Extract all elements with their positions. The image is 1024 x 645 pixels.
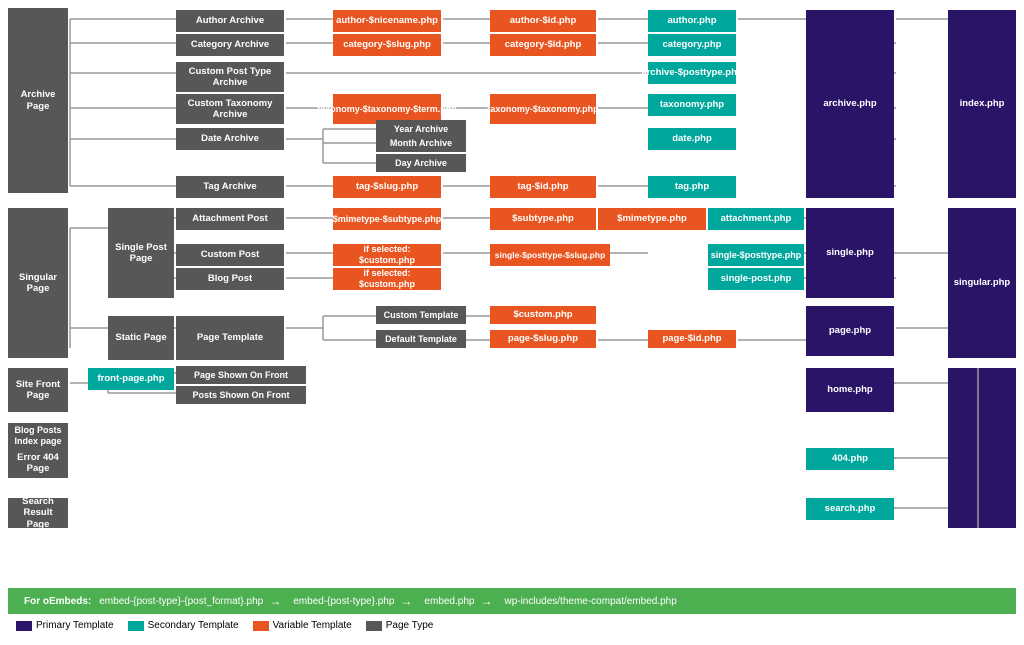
- embed-item-1: embed-{post-type}.php: [293, 596, 394, 607]
- page-template: Page Template: [176, 316, 284, 360]
- static-page: Static Page: [108, 316, 174, 360]
- attachment-post: Attachment Post: [176, 208, 284, 230]
- default-template: Default Template: [376, 330, 466, 348]
- page-shown-on-front: Page Shown On Front: [176, 366, 306, 384]
- front-page-php: front-page.php: [88, 368, 174, 390]
- tag-id: tag-$id.php: [490, 176, 596, 198]
- category-slug: category-$slug.php: [333, 34, 441, 56]
- taxonomy-php: taxonomy.php: [648, 94, 736, 116]
- tag-php: tag.php: [648, 176, 736, 198]
- index-php: index.php: [948, 10, 1016, 198]
- search-result-page: Search Result Page: [8, 498, 68, 528]
- main-container: Archive Page Author Archive author-$nice…: [0, 0, 1024, 645]
- legend-primary: Primary Template: [16, 620, 114, 631]
- legend-secondary: Secondary Template: [128, 620, 239, 631]
- legend-variable-box: [253, 621, 269, 631]
- search-php: search.php: [806, 498, 894, 520]
- embed-arrow-2: →: [400, 594, 412, 608]
- category-archive: Category Archive: [176, 34, 284, 56]
- single-posttype-slug: single-$posttype-$slug.php: [490, 244, 610, 266]
- tag-archive: Tag Archive: [176, 176, 284, 198]
- posts-shown-on-front: Posts Shown On Front: [176, 386, 306, 404]
- embed-item-3: wp-includes/theme-compat/embed.php: [504, 596, 676, 607]
- month-archive: Month Archive: [376, 134, 466, 152]
- embed-arrow-3: →: [480, 594, 492, 608]
- diagram: Archive Page Author Archive author-$nice…: [8, 8, 1016, 578]
- day-archive: Day Archive: [376, 154, 466, 172]
- custom-post: Custom Post: [176, 244, 284, 266]
- legend-page-type: Page Type: [366, 620, 434, 631]
- taxonomy-taxonomy: taxonomy-$taxonomy.php: [490, 94, 596, 124]
- single-posttype: single-$posttype.php: [708, 244, 804, 266]
- legend-variable-label: Variable Template: [273, 620, 352, 631]
- embed-item-0: embed-{post-type}-{post_format}.php: [99, 596, 263, 607]
- custom-template: Custom Template: [376, 306, 466, 324]
- custom-taxonomy-archive: Custom Taxonomy Archive: [176, 94, 284, 124]
- category-php: category.php: [648, 34, 736, 56]
- subtype-php: $subtype.php: [490, 208, 596, 230]
- date-php: date.php: [648, 128, 736, 150]
- legend-secondary-box: [128, 621, 144, 631]
- page-slug: page-$slug.php: [490, 330, 596, 348]
- archive-page-label: Archive Page: [8, 8, 68, 193]
- legend-secondary-label: Secondary Template: [148, 620, 239, 631]
- mimetype-php: $mimetype.php: [598, 208, 706, 230]
- attachment-php: attachment.php: [708, 208, 804, 230]
- page-php: page.php: [806, 306, 894, 356]
- site-front-page: Site Front Page: [8, 368, 68, 412]
- embed-bar: For oEmbeds: embed-{post-type}-{post_for…: [8, 588, 1016, 614]
- single-php: single.php: [806, 208, 894, 298]
- if-selected-custom2: if selected: $custom.php: [333, 268, 441, 290]
- archive-php: archive.php: [806, 10, 894, 198]
- blog-posts-index: Blog Posts Index page: [8, 423, 68, 449]
- single-post-php: single-post.php: [708, 268, 804, 290]
- mimetype-subtype: $mimetype-$subtype.php: [333, 208, 441, 230]
- custom-post-type-archive: Custom Post Type Archive: [176, 62, 284, 92]
- author-archive: Author Archive: [176, 10, 284, 32]
- legend-page-type-box: [366, 621, 382, 631]
- date-archive: Date Archive: [176, 128, 284, 150]
- single-post-page: Single Post Page: [108, 208, 174, 298]
- author-php: author.php: [648, 10, 736, 32]
- author-id: author-$id.php: [490, 10, 596, 32]
- custom-php: $custom.php: [490, 306, 596, 324]
- error-404-page: Error 404 Page: [8, 448, 68, 478]
- legend: Primary Template Secondary Template Vari…: [8, 614, 1016, 637]
- legend-primary-label: Primary Template: [36, 620, 114, 631]
- legend-primary-box: [16, 621, 32, 631]
- page-id: page-$id.php: [648, 330, 736, 348]
- archive-posttype: archive-$posttype.php: [648, 62, 736, 84]
- category-id: category-$id.php: [490, 34, 596, 56]
- tag-slug: tag-$slug.php: [333, 176, 441, 198]
- index-php-right: [948, 368, 1016, 528]
- blog-post: Blog Post: [176, 268, 284, 290]
- legend-page-type-label: Page Type: [386, 620, 434, 631]
- e404-php: 404.php: [806, 448, 894, 470]
- embed-label: For oEmbeds:: [24, 596, 91, 607]
- embed-item-2: embed.php: [424, 596, 474, 607]
- author-nicename: author-$nicename.php: [333, 10, 441, 32]
- home-php: home.php: [806, 368, 894, 412]
- embed-arrow-1: →: [269, 594, 281, 608]
- legend-variable: Variable Template: [253, 620, 352, 631]
- singular-page-label: Singular Page: [8, 208, 68, 358]
- if-selected-custom1: if selected: $custom.php: [333, 244, 441, 266]
